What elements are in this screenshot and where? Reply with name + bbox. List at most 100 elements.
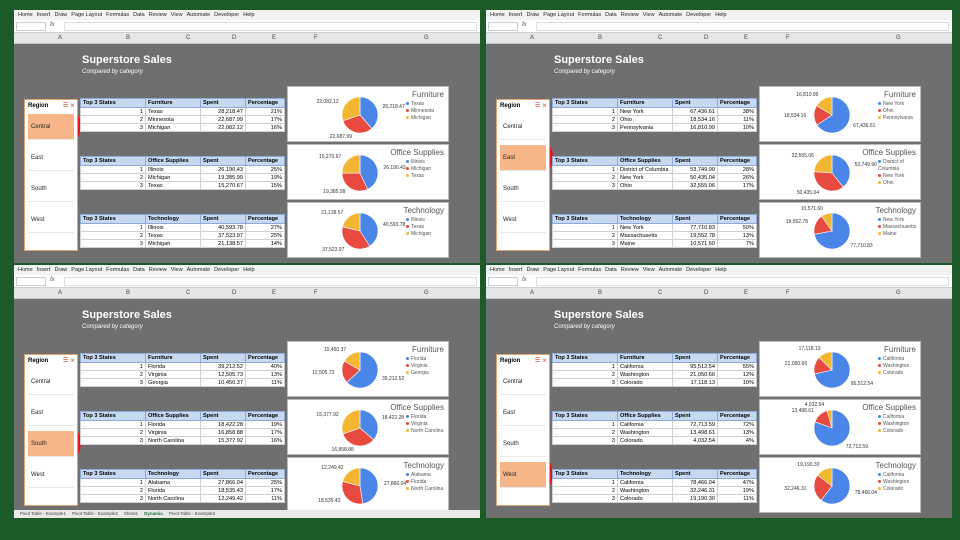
column-header-b[interactable]: B [598, 33, 602, 43]
column-header-e[interactable]: E [272, 33, 276, 43]
table-cell[interactable]: New York [617, 223, 673, 232]
table-cell[interactable]: 12,249.42 [200, 494, 246, 503]
table-cell[interactable]: 18,535.43 [200, 486, 246, 495]
column-header-c[interactable]: C [658, 288, 662, 298]
header-spent[interactable]: Spent [200, 156, 246, 166]
header-category[interactable]: Office Supplies [145, 411, 201, 421]
table-cell[interactable]: 32,555.06 [672, 181, 718, 190]
table-cell[interactable]: 27,866.04 [200, 478, 246, 487]
table-cell[interactable]: 19% [717, 486, 757, 495]
header-percentage[interactable]: Percentage [245, 353, 285, 363]
menu-item-draw[interactable]: Draw [526, 10, 539, 20]
table-cell[interactable]: 19% [245, 420, 285, 429]
table-cell[interactable]: 2 [80, 115, 146, 124]
table-cell[interactable]: 28,218.47 [200, 107, 246, 116]
menu-item-developer[interactable]: Developer [214, 10, 239, 20]
pie-chart-office-supplies[interactable]: Office Supplies 18,422.28 16,858.88 15,377.… [287, 399, 449, 455]
column-header-d[interactable]: D [704, 288, 708, 298]
menu-item-page-layout[interactable]: Page Layout [71, 265, 102, 275]
pie-slice[interactable] [813, 154, 833, 174]
slicer-item-west[interactable]: West [28, 207, 74, 233]
column-header-g[interactable]: G [896, 288, 901, 298]
header-category[interactable]: Office Supplies [617, 156, 673, 166]
slicer-item-south[interactable]: South [28, 176, 74, 202]
table-cell[interactable]: Washington [617, 370, 673, 379]
clear-filter-icon[interactable]: ☰ ⨯ [63, 102, 75, 109]
header-spent[interactable]: Spent [672, 214, 718, 224]
table-cell[interactable]: 78,466.04 [672, 478, 718, 487]
header-percentage[interactable]: Percentage [245, 214, 285, 224]
table-cell[interactable]: 3 [552, 239, 618, 248]
table-cell[interactable]: Alabama [145, 478, 201, 487]
table-cell[interactable]: 3 [552, 436, 618, 445]
name-box[interactable] [16, 277, 46, 286]
menu-item-help[interactable]: Help [715, 265, 726, 275]
column-header-d[interactable]: D [704, 33, 708, 43]
table-cell[interactable]: 10,450.37 [200, 378, 246, 387]
slicer-item-east[interactable]: East [500, 145, 546, 171]
table-cell[interactable]: 32,246.31 [672, 486, 718, 495]
table-cell[interactable]: 12,505.73 [200, 370, 246, 379]
table-cell[interactable]: 50% [717, 223, 757, 232]
table-cell[interactable]: Virginia [145, 428, 201, 437]
table-cell[interactable]: Texas [145, 181, 201, 190]
table-cell[interactable]: 4% [717, 436, 757, 445]
menu-item-page-layout[interactable]: Page Layout [543, 10, 574, 20]
column-header-d[interactable]: D [232, 288, 236, 298]
slicer-item-central[interactable]: Central [500, 114, 546, 140]
header-category[interactable]: Furniture [145, 353, 201, 363]
menu-item-help[interactable]: Help [243, 10, 254, 20]
menu-item-home[interactable]: Home [490, 10, 505, 20]
table-cell[interactable]: 3 [80, 436, 146, 445]
name-box[interactable] [488, 22, 518, 31]
table-cell[interactable]: 13% [717, 231, 757, 240]
clear-filter-icon[interactable]: ☰ ⨯ [535, 102, 547, 109]
column-header-e[interactable]: E [744, 288, 748, 298]
sheet-tab[interactable]: Pivot Table - Example3 [169, 510, 215, 518]
header-top-states[interactable]: Top 3 States [552, 98, 618, 108]
table-cell[interactable]: 17,118.13 [672, 378, 718, 387]
header-top-states[interactable]: Top 3 States [80, 214, 146, 224]
table-cell[interactable]: 25% [245, 231, 285, 240]
name-box[interactable] [16, 22, 46, 31]
table-cell[interactable]: Florida [145, 362, 201, 371]
table-cell[interactable]: California [617, 420, 673, 429]
fx-icon[interactable]: fx [522, 22, 527, 28]
column-header-a[interactable]: A [58, 33, 62, 43]
table-cell[interactable]: 11% [717, 115, 757, 124]
table-cell[interactable]: 27% [245, 223, 285, 232]
clear-filter-icon[interactable]: ☰ ⨯ [63, 357, 75, 364]
table-cell[interactable]: Washington [617, 486, 673, 495]
table-cell[interactable]: Colorado [617, 436, 673, 445]
column-header-c[interactable]: C [658, 33, 662, 43]
table-cell[interactable]: 17% [245, 115, 285, 124]
header-category[interactable]: Technology [145, 214, 201, 224]
column-header-g[interactable]: G [424, 288, 429, 298]
header-spent[interactable]: Spent [672, 411, 718, 421]
sheet-tab[interactable]: Pivot Table - Example1 [20, 510, 66, 518]
table-cell[interactable]: Maine [617, 239, 673, 248]
table-cell[interactable]: 22,687.99 [200, 115, 246, 124]
header-spent[interactable]: Spent [200, 469, 246, 479]
table-cell[interactable]: District of Columbia [617, 165, 673, 174]
table-cell[interactable]: 10% [717, 123, 757, 132]
table-cell[interactable]: 2 [80, 428, 146, 437]
table-cell[interactable]: 3 [80, 378, 146, 387]
table-cell[interactable]: 1 [552, 420, 618, 429]
table-cell[interactable]: 40% [245, 362, 285, 371]
menu-item-review[interactable]: Review [621, 10, 639, 20]
column-header-b[interactable]: B [126, 288, 130, 298]
menu-item-developer[interactable]: Developer [214, 265, 239, 275]
header-percentage[interactable]: Percentage [717, 469, 757, 479]
table-cell[interactable]: 11% [245, 494, 285, 503]
table-cell[interactable]: Minnesota [145, 115, 201, 124]
menu-item-help[interactable]: Help [243, 265, 254, 275]
table-cell[interactable]: 1 [80, 420, 146, 429]
clear-filter-icon[interactable]: ☰ ⨯ [535, 357, 547, 364]
table-cell[interactable]: 3 [80, 181, 146, 190]
menu-item-insert[interactable]: Insert [37, 10, 51, 20]
table-cell[interactable]: 25% [245, 478, 285, 487]
menu-item-formulas[interactable]: Formulas [106, 265, 129, 275]
slicer-item-south[interactable]: South [500, 176, 546, 202]
menu-item-automate[interactable]: Automate [187, 10, 211, 20]
